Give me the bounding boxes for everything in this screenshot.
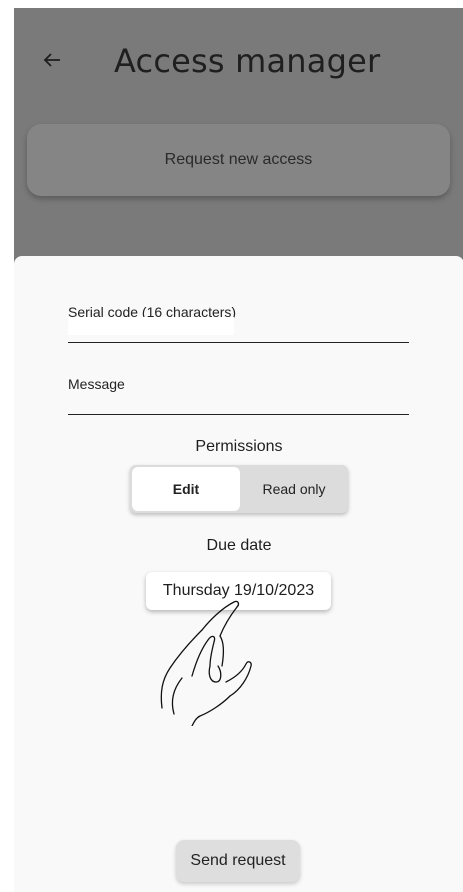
app-screen: Access manager Request new access Serial… [14, 8, 463, 892]
send-request-button[interactable]: Send request [176, 840, 300, 882]
permission-read-only-option[interactable]: Read only [240, 465, 348, 513]
due-date-title: Due date [206, 537, 272, 554]
page-title: Access manager [114, 42, 381, 80]
left-border [0, 0, 14, 892]
permissions-title: Permissions [195, 438, 283, 455]
back-button[interactable] [38, 46, 66, 74]
message-field[interactable]: Message [68, 366, 409, 415]
request-new-access-button[interactable]: Request new access [27, 124, 450, 196]
serial-code-field[interactable]: Serial code (16 characters) [68, 296, 409, 343]
serial-code-redaction [68, 317, 234, 335]
message-label: Message [68, 376, 125, 392]
request-new-access-label: Request new access [164, 151, 313, 168]
permission-edit-option[interactable]: Edit [132, 467, 240, 511]
permissions-toggle: Edit Read only [130, 465, 348, 513]
pointing-hand-icon [160, 600, 252, 726]
arrow-left-icon [43, 53, 60, 67]
request-bottom-sheet: Serial code (16 characters) Message Perm… [14, 256, 463, 892]
